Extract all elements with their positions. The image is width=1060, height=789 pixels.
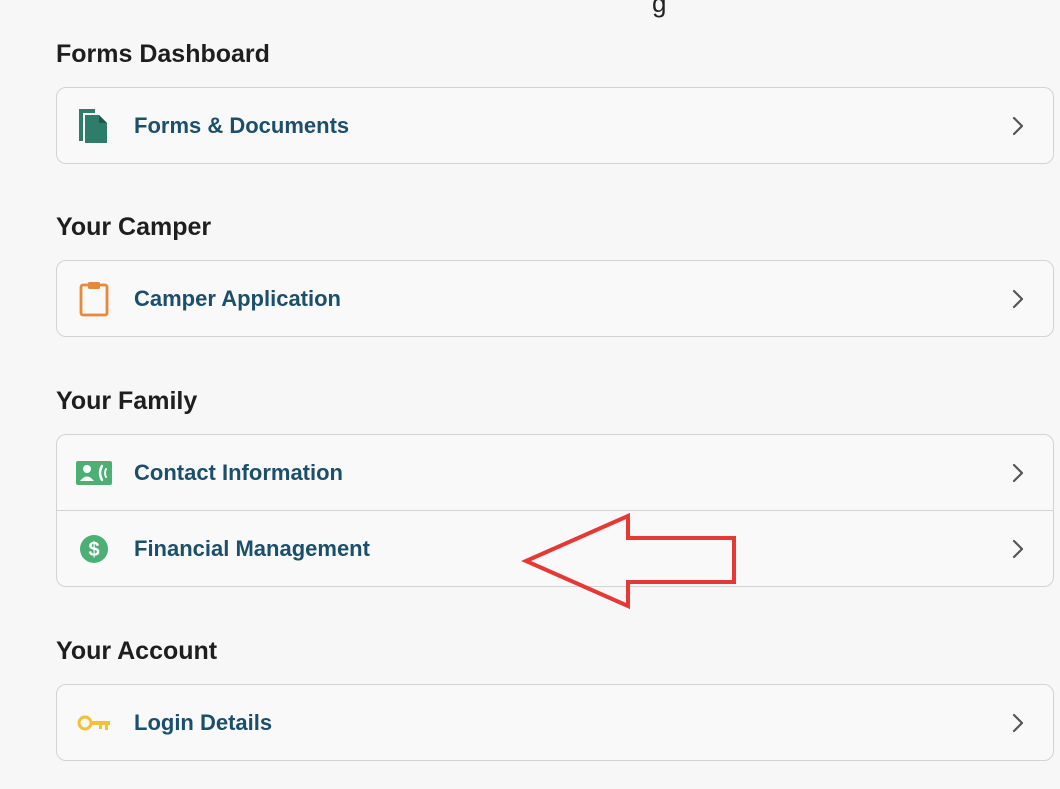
row-label-forms-documents: Forms & Documents	[134, 112, 350, 138]
row-label-camper-application: Camper Application	[134, 285, 341, 311]
section-title-forms-dashboard: Forms Dashboard	[56, 40, 270, 68]
svg-text:$: $	[88, 539, 99, 561]
row-login-details[interactable]: Login Details	[57, 685, 1053, 760]
dollar-circle-icon: $	[75, 530, 113, 568]
section-title-your-camper: Your Camper	[56, 213, 212, 241]
clipboard-icon	[75, 280, 113, 318]
chevron-right-icon	[1012, 713, 1024, 732]
chevron-right-icon	[1012, 463, 1024, 482]
chevron-right-icon	[1012, 539, 1024, 558]
forms-card: Forms & Documents	[56, 87, 1054, 164]
section-title-your-family: Your Family	[56, 387, 198, 415]
section-title-your-account: Your Account	[56, 637, 218, 665]
chevron-right-icon	[1012, 116, 1024, 135]
row-label-contact-information: Contact Information	[134, 459, 343, 485]
chevron-right-icon	[1012, 289, 1024, 308]
row-label-financial-management: Financial Management	[134, 535, 370, 561]
annotation-arrow-icon	[521, 512, 736, 610]
dashboard-page: g Forms Dashboard Forms & Documents Your…	[0, 0, 1060, 789]
row-contact-information[interactable]: Contact Information	[57, 435, 1053, 510]
key-icon	[75, 704, 113, 742]
contact-card-icon	[75, 454, 113, 492]
row-forms-documents[interactable]: Forms & Documents	[57, 88, 1053, 163]
camper-card: Camper Application	[56, 260, 1054, 337]
cropped-heading-fragment: g	[652, 0, 667, 18]
row-label-login-details: Login Details	[134, 709, 273, 735]
documents-icon	[75, 107, 113, 145]
row-camper-application[interactable]: Camper Application	[57, 261, 1053, 336]
account-card: Login Details	[56, 684, 1054, 761]
